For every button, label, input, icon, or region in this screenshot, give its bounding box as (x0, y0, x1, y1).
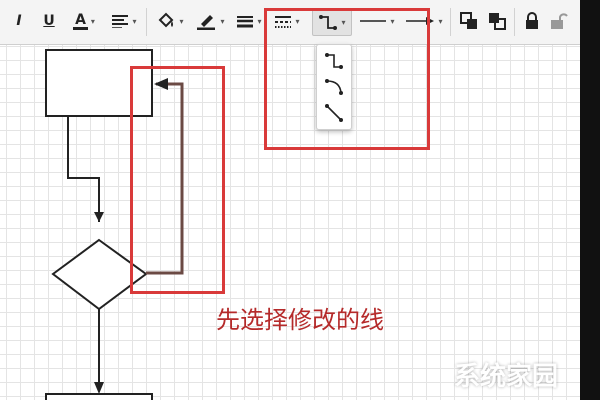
line-width-icon (237, 16, 254, 28)
align-left-icon (112, 15, 129, 28)
toolbar-divider (514, 8, 515, 36)
chevron-down-icon: ▾ (132, 16, 137, 26)
unlock-button[interactable] (548, 10, 570, 32)
watermark-text: 系统家园 (454, 362, 559, 392)
underline-icon: U (43, 13, 55, 29)
line-color-button[interactable]: ▾ (190, 10, 230, 32)
italic-icon: I (16, 13, 22, 29)
to-back-button[interactable] (486, 10, 508, 32)
bring-to-front-icon (460, 12, 477, 29)
instruction-caption: 先选择修改的线 (216, 306, 384, 334)
pen-icon (197, 15, 216, 30)
connector-arrowhead (94, 212, 104, 222)
send-to-back-icon (489, 13, 506, 30)
toolbar-divider (146, 8, 147, 36)
align-button[interactable]: ▾ (106, 10, 142, 32)
fill-color-button[interactable]: ▾ (152, 10, 188, 32)
to-front-button[interactable] (458, 10, 480, 32)
lock-icon (526, 12, 538, 29)
font-color-button[interactable]: A ▾ (64, 10, 104, 32)
toolbar-divider (450, 8, 451, 36)
lock-button[interactable] (522, 10, 542, 32)
fill-bucket-icon (159, 12, 174, 28)
unlock-icon (551, 13, 568, 29)
connector-arrowhead (94, 382, 104, 394)
line-width-button[interactable]: ▾ (232, 10, 266, 32)
font-color-icon: A (73, 11, 88, 30)
chevron-down-icon: ▾ (90, 16, 95, 26)
highlight-box-toolbar (264, 8, 430, 150)
highlight-box-connector (130, 66, 225, 294)
process-shape-bottom[interactable] (45, 393, 153, 400)
chevron-down-icon: ▾ (220, 16, 225, 26)
chevron-down-icon: ▾ (179, 16, 184, 26)
italic-button[interactable]: I (12, 10, 26, 32)
chevron-down-icon: ▾ (257, 16, 262, 26)
connector-top-to-decision[interactable] (67, 116, 100, 222)
underline-button[interactable]: U (40, 10, 58, 32)
chevron-down-icon: ▾ (438, 16, 443, 26)
